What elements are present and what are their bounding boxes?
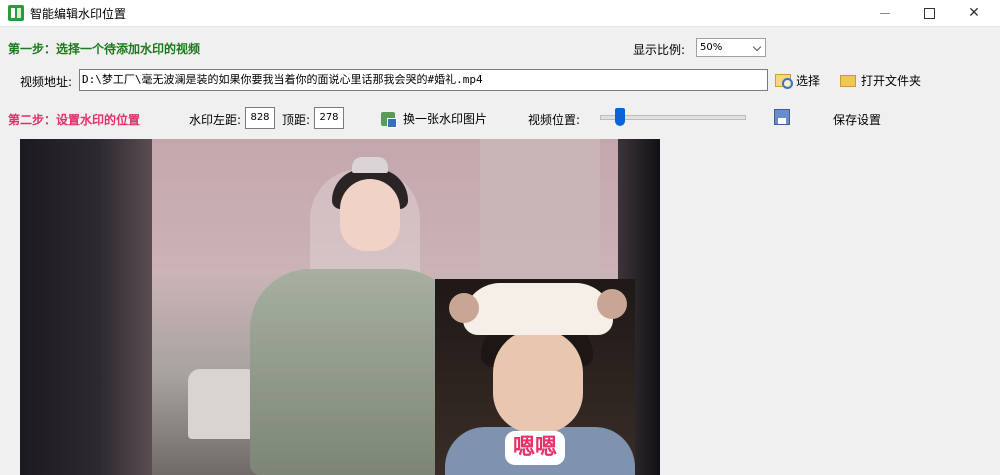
save-settings-button[interactable]: 保存设置 [833,111,881,128]
minimize-icon [880,12,890,14]
app-icon [8,5,24,21]
open-folder-label: 打开文件夹 [861,74,922,88]
save-icon[interactable] [774,109,790,125]
image-swap-icon [381,112,397,128]
swap-watermark-button[interactable]: 换一张水印图片 [381,110,488,128]
watermark-top-input[interactable]: 278 [314,107,344,129]
video-position-label: 视频位置: [528,113,581,127]
video-address-label: 视频地址: [20,75,73,89]
watermark-caption: 嗯嗯 [505,431,566,465]
display-ratio-value: 50% [700,42,723,53]
video-preview: 嗯嗯 [20,139,660,475]
maximize-icon [923,7,935,19]
minimize-button[interactable] [862,0,908,26]
window-title: 智能编辑水印位置 [30,7,127,21]
title-bar: 智能编辑水印位置 ✕ [0,0,1000,27]
close-icon: ✕ [968,5,980,21]
step2-heading: 第二步：设置水印的位置 [8,113,141,127]
watermark-top-label: 顶距: [282,113,311,127]
watermark-image[interactable]: 嗯嗯 [435,279,635,475]
watermark-left-label: 水印左距: [189,113,242,127]
select-video-label: 选择 [796,74,821,88]
close-button[interactable]: ✕ [951,0,997,26]
display-ratio-label: 显示比例: [633,43,686,57]
maximize-button[interactable] [906,0,952,26]
select-video-button[interactable]: 选择 [775,72,820,89]
open-folder-button[interactable]: 打开文件夹 [840,72,921,89]
step1-heading: 第一步：选择一个待添加水印的视频 [8,42,201,56]
browse-icon [775,74,793,89]
swap-watermark-label: 换一张水印图片 [403,112,488,126]
watermark-left-input[interactable]: 828 [245,107,275,129]
chevron-down-icon [752,42,762,52]
video-address-input[interactable]: D:\梦工厂\毫无波澜是装的如果你要我当着你的面说心里话那我会哭的#婚礼.mp4 [79,69,768,91]
display-ratio-select[interactable]: 50% [696,38,766,57]
slider-thumb[interactable] [615,108,626,126]
folder-icon [840,75,856,87]
